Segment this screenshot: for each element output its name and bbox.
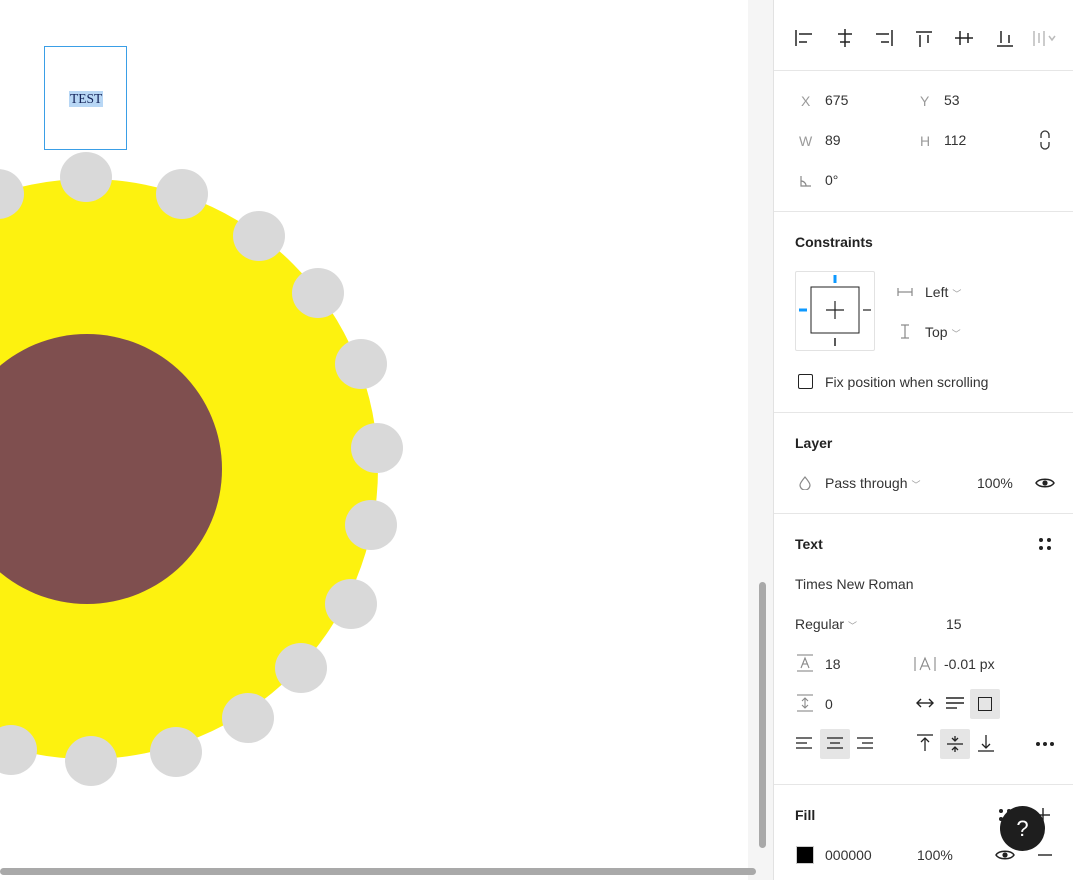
alignment-toolbar bbox=[795, 29, 1056, 47]
text-align-center-icon bbox=[827, 737, 843, 749]
align-right-icon[interactable] bbox=[876, 30, 893, 46]
text-align-center-button[interactable] bbox=[820, 729, 850, 759]
layer-section: Layer Pass through ﹀ 100% bbox=[774, 412, 1073, 514]
text-align-left-icon[interactable] bbox=[795, 737, 813, 751]
selected-text[interactable]: TEST bbox=[69, 91, 104, 107]
horizontal-constraint-value: Left bbox=[925, 284, 949, 300]
line-height-input[interactable]: 18 bbox=[825, 656, 841, 672]
rotation-input[interactable]: 0° bbox=[825, 172, 838, 188]
gray-dot[interactable] bbox=[351, 423, 403, 473]
fill-hex-input[interactable]: 000000 bbox=[825, 847, 872, 863]
horizontal-constraint-dropdown[interactable]: Left ﹀ bbox=[925, 284, 961, 300]
gray-dot[interactable] bbox=[292, 268, 344, 318]
gray-dot[interactable] bbox=[325, 579, 377, 629]
gray-dot[interactable] bbox=[233, 211, 285, 261]
font-size-input[interactable]: 15 bbox=[946, 616, 962, 632]
gray-dot[interactable] bbox=[335, 339, 387, 389]
alignment-section bbox=[774, 0, 1073, 71]
fixed-size-icon bbox=[978, 697, 992, 711]
auto-height-icon[interactable] bbox=[945, 697, 965, 709]
y-input[interactable]: 53 bbox=[944, 92, 960, 108]
letter-spacing-icon bbox=[914, 656, 936, 671]
type-settings-icon[interactable] bbox=[1038, 537, 1052, 551]
align-top-icon[interactable] bbox=[916, 31, 932, 47]
align-text-top-icon[interactable] bbox=[916, 734, 934, 752]
distribute-icon[interactable] bbox=[1033, 31, 1056, 46]
constraints-title: Constraints bbox=[795, 234, 873, 250]
text-title: Text bbox=[795, 536, 823, 552]
auto-width-icon[interactable] bbox=[915, 697, 935, 709]
x-label: X bbox=[801, 93, 811, 109]
align-vertical-center-icon[interactable] bbox=[955, 31, 973, 45]
align-text-bottom-icon[interactable] bbox=[977, 734, 995, 752]
line-height-icon bbox=[797, 654, 813, 672]
constraints-section: Constraints Left ﹀ Top ﹀ Fix position when… bbox=[774, 211, 1073, 413]
text-section: Text Times New Roman Regular ﹀ 15 18 -0.0… bbox=[774, 513, 1073, 785]
gray-dot[interactable] bbox=[150, 727, 202, 777]
properties-panel: X 675 Y 53 W 89 H 112 0° Constraints Lef… bbox=[773, 0, 1073, 880]
fix-position-checkbox[interactable] bbox=[798, 374, 813, 389]
layer-opacity-input[interactable]: 100% bbox=[977, 475, 1013, 491]
fixed-size-button[interactable] bbox=[970, 689, 1000, 719]
w-input[interactable]: 89 bbox=[825, 132, 841, 148]
gray-dot[interactable] bbox=[222, 693, 274, 743]
constraints-diagram bbox=[799, 275, 871, 346]
align-horizontal-center-icon[interactable] bbox=[838, 29, 852, 47]
chevron-down-icon: ﹀ bbox=[911, 480, 921, 490]
blend-mode-icon bbox=[799, 476, 811, 490]
fill-visibility-eye-icon[interactable] bbox=[995, 848, 1015, 862]
fill-title: Fill bbox=[795, 807, 816, 823]
chevron-down-icon: ﹀ bbox=[848, 621, 858, 631]
help-button[interactable]: ? bbox=[1000, 806, 1045, 851]
blend-mode-dropdown[interactable]: Pass through ﹀ bbox=[825, 475, 921, 491]
fill-opacity-input[interactable]: 100% bbox=[917, 847, 953, 863]
constraints-widget[interactable] bbox=[795, 271, 875, 351]
remove-fill-icon[interactable] bbox=[1038, 854, 1052, 856]
chevron-down-icon: ﹀ bbox=[951, 329, 961, 339]
font-weight-dropdown[interactable]: Regular ﹀ bbox=[795, 616, 857, 632]
x-input[interactable]: 675 bbox=[825, 92, 848, 108]
paragraph-spacing-icon bbox=[797, 694, 813, 712]
gray-dot[interactable] bbox=[156, 169, 208, 219]
vertical-constraint-dropdown[interactable]: Top ﹀ bbox=[925, 324, 961, 340]
horizontal-scrollbar[interactable] bbox=[0, 868, 756, 875]
layer-title: Layer bbox=[795, 435, 833, 451]
eye-icon[interactable] bbox=[1035, 476, 1055, 490]
vertical-constraint-icon bbox=[901, 324, 909, 339]
more-options-icon[interactable] bbox=[1035, 741, 1055, 747]
paragraph-spacing-input[interactable]: 0 bbox=[825, 696, 833, 712]
horizontal-constraint-icon bbox=[897, 288, 913, 296]
chevron-down-icon: ﹀ bbox=[952, 289, 962, 299]
font-family-dropdown[interactable]: Times New Roman bbox=[795, 576, 914, 592]
align-left-icon[interactable] bbox=[795, 30, 812, 46]
vertical-scrollbar[interactable] bbox=[759, 582, 766, 848]
blend-mode-value: Pass through bbox=[825, 475, 908, 491]
selected-text-frame[interactable]: TEST bbox=[44, 46, 127, 150]
y-label: Y bbox=[920, 93, 930, 109]
constrain-proportions-icon[interactable] bbox=[1038, 130, 1052, 150]
h-label: H bbox=[920, 133, 931, 149]
rotation-icon bbox=[800, 176, 811, 187]
w-label: W bbox=[799, 133, 813, 149]
fix-position-label: Fix position when scrolling bbox=[825, 374, 989, 390]
gray-dot[interactable] bbox=[65, 736, 117, 786]
gray-dot[interactable] bbox=[345, 500, 397, 550]
h-input[interactable]: 112 bbox=[944, 132, 966, 148]
text-align-right-icon[interactable] bbox=[856, 737, 874, 751]
align-text-middle-button[interactable] bbox=[940, 729, 970, 759]
design-canvas[interactable]: TEST bbox=[0, 0, 748, 880]
gray-dot[interactable] bbox=[60, 152, 112, 202]
gray-dot[interactable] bbox=[275, 643, 327, 693]
vertical-constraint-value: Top bbox=[925, 324, 948, 340]
align-text-middle-icon bbox=[947, 736, 963, 752]
fill-color-swatch[interactable] bbox=[796, 846, 814, 864]
position-section: X 675 Y 53 W 89 H 112 0° bbox=[774, 70, 1073, 212]
letter-spacing-input[interactable]: -0.01 px bbox=[944, 656, 995, 672]
align-bottom-icon[interactable] bbox=[997, 31, 1013, 47]
font-weight-value: Regular bbox=[795, 616, 845, 632]
